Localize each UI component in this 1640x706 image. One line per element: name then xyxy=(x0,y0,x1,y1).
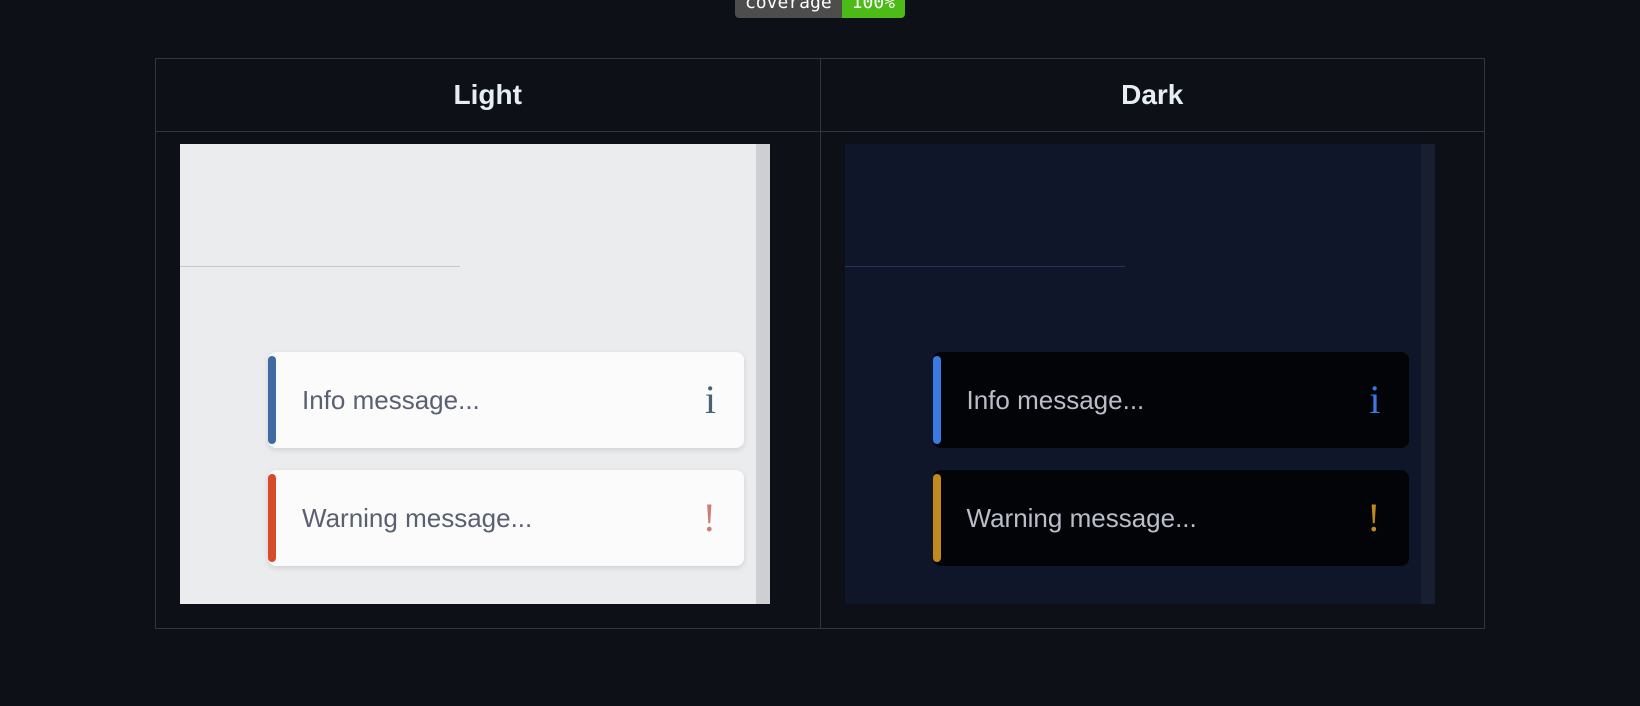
accent-stripe xyxy=(268,474,276,562)
toast-label: Warning message... xyxy=(967,503,1197,534)
column-header-light: Light xyxy=(156,59,821,132)
preview-pane-light: Info message... i Warning message... ! xyxy=(180,144,770,604)
cell-light: Info message... i Warning message... ! xyxy=(156,132,821,629)
toast-label: Info message... xyxy=(967,385,1145,416)
badge-value: 100% xyxy=(842,0,905,18)
toast-stack: Info message... i Warning message... ! xyxy=(933,352,1409,566)
comparison-table: Light Dark Info message... i xyxy=(155,58,1485,629)
cell-dark: Info message... i Warning message... ! xyxy=(820,132,1485,629)
info-icon: i xyxy=(1369,380,1380,420)
toast-info: Info message... i xyxy=(268,352,744,448)
divider-line xyxy=(845,266,1125,267)
exclamation-icon: ! xyxy=(1367,498,1380,538)
accent-stripe xyxy=(933,356,941,444)
badge-row: coverage 100% xyxy=(0,0,1640,18)
toast-warning: Warning message... ! xyxy=(268,470,744,566)
coverage-badge: coverage 100% xyxy=(735,0,905,18)
badge-label: coverage xyxy=(735,0,842,18)
comparison-table-wrap: Light Dark Info message... i xyxy=(0,58,1640,629)
info-icon: i xyxy=(705,380,716,420)
accent-stripe xyxy=(268,356,276,444)
exclamation-icon: ! xyxy=(703,498,716,538)
column-header-dark: Dark xyxy=(820,59,1485,132)
toast-label: Warning message... xyxy=(302,503,532,534)
toast-stack: Info message... i Warning message... ! xyxy=(268,352,744,566)
accent-stripe xyxy=(933,474,941,562)
divider-line xyxy=(180,266,460,267)
preview-pane-dark: Info message... i Warning message... ! xyxy=(845,144,1435,604)
toast-label: Info message... xyxy=(302,385,480,416)
scrollbar[interactable] xyxy=(756,144,770,604)
scrollbar[interactable] xyxy=(1421,144,1435,604)
toast-info: Info message... i xyxy=(933,352,1409,448)
toast-warning: Warning message... ! xyxy=(933,470,1409,566)
